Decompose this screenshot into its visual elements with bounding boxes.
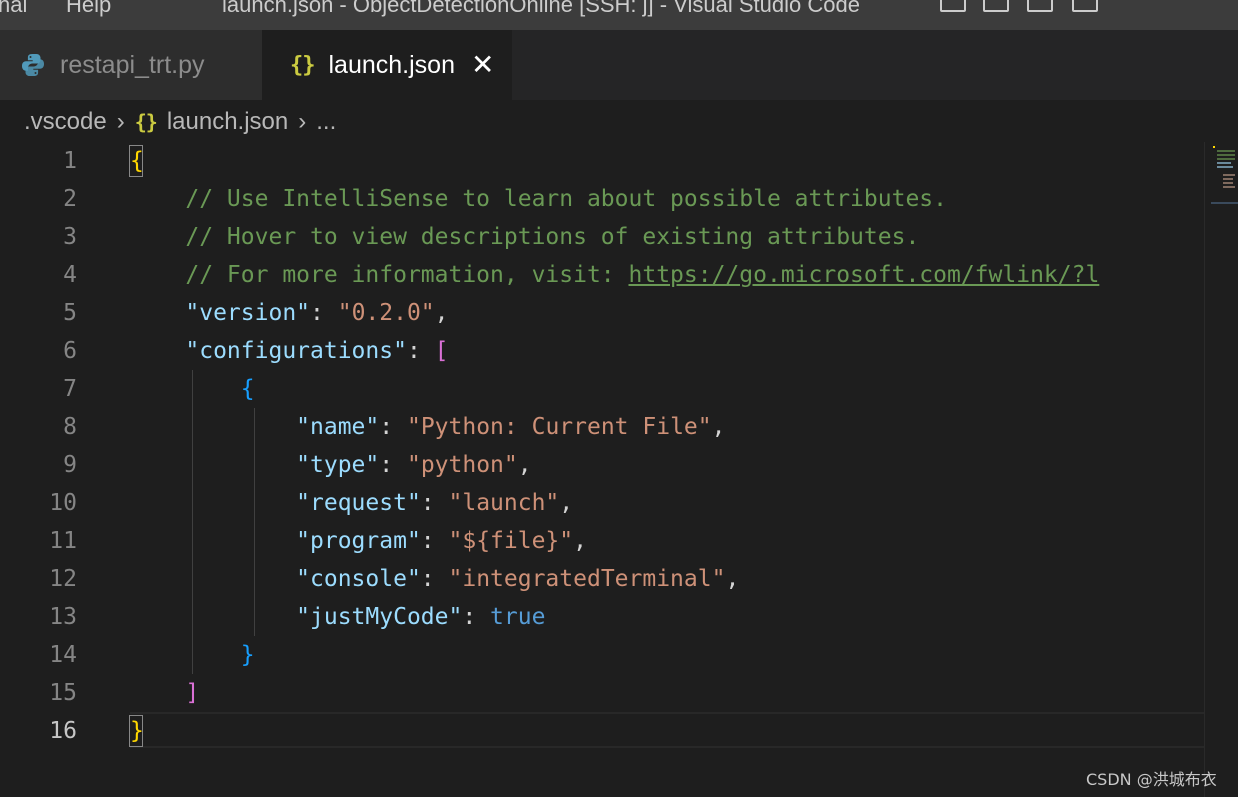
line-number: 2 xyxy=(63,186,77,212)
code-line: 5 "version": "0.2.0", xyxy=(0,294,1204,332)
json-string: "Python: Current File" xyxy=(406,414,712,440)
brace-close: } xyxy=(240,642,255,668)
line-number: 8 xyxy=(63,414,77,440)
line-content: "request": "launch", xyxy=(296,490,574,516)
python-icon xyxy=(22,54,44,76)
line-content: { xyxy=(130,142,144,180)
bracket-close: ] xyxy=(185,680,200,706)
comment-link[interactable]: https://go.microsoft.com/fwlink/?l xyxy=(629,262,1100,288)
line-number: 5 xyxy=(63,300,77,326)
json-braces-icon: {} xyxy=(290,52,315,78)
minimap[interactable] xyxy=(1204,142,1238,797)
line-number: 7 xyxy=(63,376,77,402)
line-content: "configurations": [ xyxy=(185,338,449,364)
line-content: "console": "integratedTerminal", xyxy=(296,566,740,592)
json-key: "justMyCode" xyxy=(296,604,463,630)
menu-terminal[interactable]: nal xyxy=(0,0,27,18)
menu-help[interactable]: Help xyxy=(66,0,111,18)
code-line-current: 16 } xyxy=(0,712,1204,750)
code-editor[interactable]: 1 { 2 // Use IntelliSense to learn about… xyxy=(0,142,1204,797)
json-key: "configurations" xyxy=(185,338,407,364)
code-line: 3 // Hover to view descriptions of exist… xyxy=(0,218,1204,256)
code-line: 6 "configurations": [ xyxy=(0,332,1204,370)
line-number: 1 xyxy=(63,148,77,174)
chevron-right-icon: › xyxy=(116,108,125,135)
comment: // Use IntelliSense to learn about possi… xyxy=(185,186,947,212)
comment: // Hover to view descriptions of existin… xyxy=(185,224,920,250)
line-number: 15 xyxy=(49,680,77,706)
line-content: "justMyCode": true xyxy=(296,604,546,630)
customize-layout-icon[interactable] xyxy=(1072,0,1098,12)
brace-open: { xyxy=(240,376,255,402)
json-boolean: true xyxy=(490,604,546,630)
line-content: // For more information, visit: https://… xyxy=(130,256,1099,294)
line-number: 9 xyxy=(63,452,77,478)
toggle-secondary-sidebar-icon[interactable] xyxy=(1027,0,1053,12)
json-key: "request" xyxy=(296,490,421,516)
json-key: "version" xyxy=(185,300,311,326)
close-icon[interactable]: ✕ xyxy=(471,51,494,79)
line-number: 11 xyxy=(49,528,77,554)
code-line: 7 { xyxy=(0,370,1204,408)
json-key: "console" xyxy=(296,566,421,592)
title-bar: nal Help launch.json - ObjectDetectionOn… xyxy=(0,0,1238,30)
line-content: "version": "0.2.0", xyxy=(185,300,449,326)
bracket-open: [ xyxy=(434,338,449,364)
line-content: } xyxy=(130,712,144,750)
code-line: 14 } xyxy=(0,636,1204,674)
code-line: 10 "request": "launch", xyxy=(0,484,1204,522)
json-braces-icon: {} xyxy=(134,110,158,134)
editor-tab-bar: restapi_trt.py {} launch.json ✕ xyxy=(0,30,1238,100)
window-title: launch.json - ObjectDetectionOnline [SSH… xyxy=(222,0,860,17)
toggle-panel-icon[interactable] xyxy=(983,0,1009,12)
code-line: 13 "justMyCode": true xyxy=(0,598,1204,636)
watermark: CSDN @洪城布衣 xyxy=(1086,770,1217,789)
json-string: "integratedTerminal" xyxy=(448,566,726,592)
chevron-right-icon: › xyxy=(298,108,307,135)
tab-restapi-trt[interactable]: restapi_trt.py xyxy=(0,30,262,100)
line-number: 10 xyxy=(49,490,77,516)
tab-label: restapi_trt.py xyxy=(60,50,205,79)
line-number: 12 xyxy=(49,566,77,592)
json-key: "name" xyxy=(296,414,380,440)
code-line: 15 ] xyxy=(0,674,1204,712)
tab-launch-json[interactable]: {} launch.json ✕ xyxy=(262,30,512,100)
json-key: "program" xyxy=(296,528,421,554)
tab-label: launch.json xyxy=(328,50,455,79)
code-line: 9 "type": "python", xyxy=(0,446,1204,484)
toggle-sidebar-icon[interactable] xyxy=(940,0,966,12)
line-content: { xyxy=(130,370,255,408)
code-line: 4 // For more information, visit: https:… xyxy=(0,256,1204,294)
line-number: 3 xyxy=(63,224,77,250)
code-line: 1 { xyxy=(0,142,1204,180)
line-number: 14 xyxy=(49,642,77,668)
code-line: 11 "program": "${file}", xyxy=(0,522,1204,560)
brace-close: } xyxy=(130,718,144,744)
line-number: 4 xyxy=(63,262,77,288)
code-line: 12 "console": "integratedTerminal", xyxy=(0,560,1204,598)
line-content: // Hover to view descriptions of existin… xyxy=(130,218,919,256)
comment: // For more information, visit: xyxy=(185,262,629,288)
line-content: "type": "python", xyxy=(296,452,532,478)
breadcrumb-folder[interactable]: .vscode xyxy=(24,108,107,136)
line-number: 16 xyxy=(49,718,77,744)
json-string: "python" xyxy=(406,452,518,478)
line-content: ] xyxy=(130,674,199,712)
breadcrumb-file[interactable]: launch.json xyxy=(167,108,288,136)
code-line: 8 "name": "Python: Current File", xyxy=(0,408,1204,446)
line-number: 13 xyxy=(49,604,77,630)
line-content: // Use IntelliSense to learn about possi… xyxy=(130,180,947,218)
breadcrumb: .vscode › {} launch.json › ... xyxy=(24,104,336,140)
breadcrumb-symbols[interactable]: ... xyxy=(316,108,336,136)
line-content: "program": "${file}", xyxy=(296,528,587,554)
line-content: } xyxy=(130,636,255,674)
line-content: "name": "Python: Current File", xyxy=(296,414,726,440)
json-key: "type" xyxy=(296,452,380,478)
json-string: "launch" xyxy=(448,490,560,516)
line-number: 6 xyxy=(63,338,77,364)
brace-open: { xyxy=(130,148,144,174)
code-line: 2 // Use IntelliSense to learn about pos… xyxy=(0,180,1204,218)
json-string: "${file}" xyxy=(448,528,574,554)
json-string: "0.2.0" xyxy=(337,300,435,326)
